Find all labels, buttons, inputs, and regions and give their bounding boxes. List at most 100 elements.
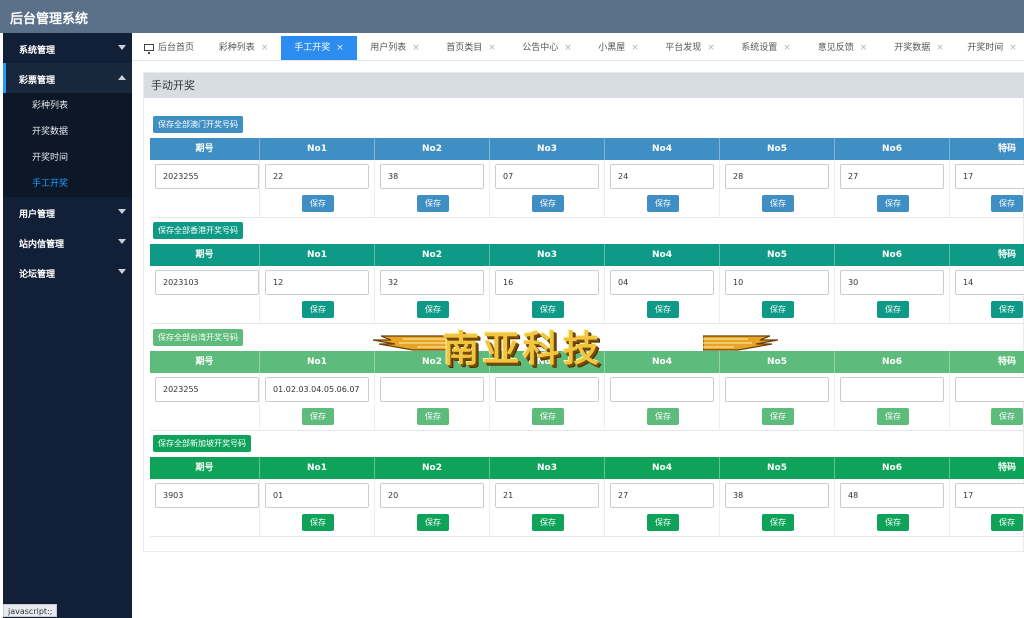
save-all-button[interactable]: 保存全部香港开奖号码 bbox=[153, 222, 243, 239]
save-button[interactable]: 保存 bbox=[877, 514, 909, 531]
save-button[interactable]: 保存 bbox=[532, 301, 564, 318]
top-bar: 后台管理系统 bbox=[0, 0, 1024, 33]
column-header: 期号 bbox=[150, 138, 260, 160]
period-input[interactable]: 2023255 bbox=[155, 377, 259, 402]
save-button[interactable]: 保存 bbox=[991, 301, 1023, 318]
chevron-down-icon bbox=[118, 239, 126, 244]
tab[interactable]: 平台发现 × bbox=[652, 36, 728, 60]
tab[interactable]: 开奖时间 × bbox=[957, 36, 1024, 60]
tab[interactable]: 开奖数据 × bbox=[881, 36, 957, 60]
save-all-button[interactable]: 保存全部台湾开奖号码 bbox=[153, 329, 243, 346]
number-input[interactable]: 48 bbox=[840, 483, 944, 508]
period-input[interactable]: 2023103 bbox=[155, 270, 259, 295]
close-icon[interactable]: × bbox=[860, 43, 868, 53]
save-button[interactable]: 保存 bbox=[417, 195, 449, 212]
save-button[interactable]: 保存 bbox=[302, 195, 334, 212]
close-icon[interactable]: × bbox=[564, 43, 572, 53]
number-input[interactable]: 17 bbox=[955, 483, 1024, 508]
save-button[interactable]: 保存 bbox=[647, 301, 679, 318]
close-icon[interactable]: × bbox=[707, 43, 715, 53]
save-button[interactable]: 保存 bbox=[877, 301, 909, 318]
close-icon[interactable]: × bbox=[783, 43, 791, 53]
save-button[interactable]: 保存 bbox=[417, 408, 449, 425]
period-input[interactable]: 2023255 bbox=[155, 164, 259, 189]
number-input[interactable]: 16 bbox=[495, 270, 599, 295]
sidebar-group[interactable]: 论坛管理 bbox=[3, 257, 132, 287]
tab[interactable]: 首页类目 × bbox=[433, 36, 509, 60]
save-button[interactable]: 保存 bbox=[532, 195, 564, 212]
save-button[interactable]: 保存 bbox=[417, 301, 449, 318]
save-button[interactable]: 保存 bbox=[762, 408, 794, 425]
save-button[interactable]: 保存 bbox=[877, 195, 909, 212]
period-input[interactable]: 3903 bbox=[155, 483, 259, 508]
save-button[interactable]: 保存 bbox=[647, 408, 679, 425]
save-button[interactable]: 保存 bbox=[302, 408, 334, 425]
save-button[interactable]: 保存 bbox=[647, 514, 679, 531]
save-button[interactable]: 保存 bbox=[762, 514, 794, 531]
tab[interactable]: 小黑屋 × bbox=[585, 36, 652, 60]
close-icon[interactable]: × bbox=[631, 43, 639, 53]
save-button[interactable]: 保存 bbox=[302, 514, 334, 531]
number-input[interactable] bbox=[840, 377, 944, 402]
sidebar-item[interactable]: 彩种列表 bbox=[3, 93, 132, 119]
close-icon[interactable]: × bbox=[936, 43, 944, 53]
tab[interactable]: 意见反馈 × bbox=[804, 36, 881, 60]
close-icon[interactable]: × bbox=[412, 43, 420, 53]
tab[interactable]: 手工开奖 × bbox=[281, 36, 357, 60]
number-input[interactable]: 22 bbox=[265, 164, 369, 189]
number-input[interactable] bbox=[495, 377, 599, 402]
save-button[interactable]: 保存 bbox=[877, 408, 909, 425]
close-icon[interactable]: × bbox=[336, 43, 344, 53]
close-icon[interactable]: × bbox=[261, 43, 269, 53]
sidebar-item[interactable]: 开奖时间 bbox=[3, 145, 132, 171]
save-button[interactable]: 保存 bbox=[762, 301, 794, 318]
save-button[interactable]: 保存 bbox=[647, 195, 679, 212]
save-button[interactable]: 保存 bbox=[762, 195, 794, 212]
number-input[interactable]: 27 bbox=[610, 483, 714, 508]
number-input[interactable] bbox=[725, 377, 829, 402]
number-input[interactable]: 14 bbox=[955, 270, 1024, 295]
number-input[interactable]: 30 bbox=[840, 270, 944, 295]
number-input[interactable]: 27 bbox=[840, 164, 944, 189]
number-input[interactable]: 28 bbox=[725, 164, 829, 189]
close-icon[interactable]: × bbox=[488, 43, 496, 53]
number-input[interactable] bbox=[955, 377, 1024, 402]
sidebar-group[interactable]: 站内信管理 bbox=[3, 227, 132, 257]
tab[interactable]: 公告中心 × bbox=[509, 36, 585, 60]
number-input[interactable]: 04 bbox=[610, 270, 714, 295]
number-input[interactable]: 24 bbox=[610, 164, 714, 189]
number-input[interactable]: 10 bbox=[725, 270, 829, 295]
save-button[interactable]: 保存 bbox=[532, 514, 564, 531]
number-input[interactable]: 20 bbox=[380, 483, 484, 508]
save-button[interactable]: 保存 bbox=[991, 408, 1023, 425]
sidebar-group[interactable]: 彩票管理 bbox=[3, 63, 132, 93]
tab[interactable]: 用户列表 × bbox=[357, 36, 433, 60]
sidebar-group[interactable]: 用户管理 bbox=[3, 197, 132, 227]
save-button[interactable]: 保存 bbox=[417, 514, 449, 531]
number-input[interactable]: 01 bbox=[265, 483, 369, 508]
number-input[interactable]: 07 bbox=[495, 164, 599, 189]
table-cell: 3903 bbox=[150, 479, 260, 537]
number-input[interactable] bbox=[380, 377, 484, 402]
number-input[interactable]: 32 bbox=[380, 270, 484, 295]
save-button[interactable]: 保存 bbox=[532, 408, 564, 425]
tab[interactable]: 系统设置 × bbox=[728, 36, 804, 60]
sidebar-group[interactable]: 系统管理 bbox=[3, 33, 132, 63]
tab[interactable]: 彩种列表 × bbox=[206, 36, 281, 60]
number-input[interactable]: 01.02.03.04.05.06.07 bbox=[265, 377, 369, 402]
tab[interactable]: 后台首页 bbox=[132, 36, 206, 60]
number-input[interactable]: 38 bbox=[380, 164, 484, 189]
save-all-button[interactable]: 保存全部澳门开奖号码 bbox=[153, 116, 243, 133]
number-input[interactable]: 17 bbox=[955, 164, 1024, 189]
number-input[interactable]: 21 bbox=[495, 483, 599, 508]
save-all-button[interactable]: 保存全部新加坡开奖号码 bbox=[153, 435, 251, 452]
number-input[interactable] bbox=[610, 377, 714, 402]
close-icon[interactable]: × bbox=[1009, 43, 1017, 53]
save-button[interactable]: 保存 bbox=[991, 195, 1023, 212]
sidebar-item[interactable]: 手工开奖 bbox=[3, 171, 132, 197]
save-button[interactable]: 保存 bbox=[302, 301, 334, 318]
sidebar-item[interactable]: 开奖数据 bbox=[3, 119, 132, 145]
number-input[interactable]: 38 bbox=[725, 483, 829, 508]
number-input[interactable]: 12 bbox=[265, 270, 369, 295]
save-button[interactable]: 保存 bbox=[991, 514, 1023, 531]
